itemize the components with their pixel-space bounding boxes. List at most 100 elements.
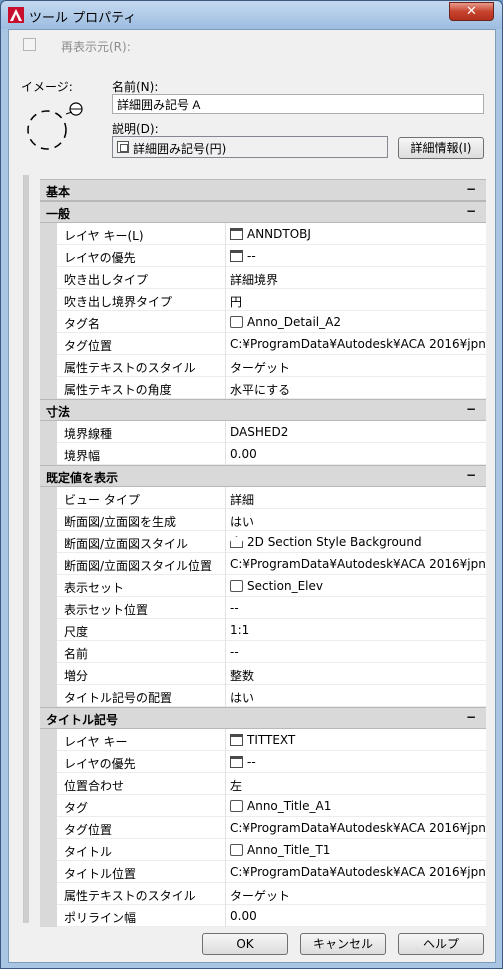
property-value[interactable]: 左 <box>225 773 486 795</box>
property-value[interactable]: -- <box>225 641 486 663</box>
reshow-label: 再表示元(R): <box>61 40 131 54</box>
property-value[interactable]: Anno_Title_T1 <box>225 839 486 861</box>
property-value[interactable]: ANNDTOBJ <box>225 223 486 245</box>
property-value[interactable]: ターゲット <box>225 883 486 905</box>
section-title: 寸法 <box>46 405 71 419</box>
property-value[interactable]: C:¥ProgramData¥Autodesk¥ACA 2016¥jpn¥St… <box>225 553 486 575</box>
section-header[interactable]: 基本 − <box>40 179 486 201</box>
row-gutter <box>40 575 57 597</box>
property-row[interactable]: タイトル記号の配置 はい <box>40 685 486 707</box>
property-value-text: 2D Section Style Background <box>247 535 422 549</box>
collapse-icon[interactable]: − <box>466 468 476 482</box>
property-value[interactable]: Anno_Title_A1 <box>225 795 486 817</box>
property-value[interactable]: Anno_Detail_A2 <box>225 311 486 333</box>
property-row[interactable]: 表示セット位置 -- <box>40 597 486 619</box>
property-row[interactable]: ポリライン幅 0.00 <box>40 905 486 927</box>
property-row[interactable]: 増分 整数 <box>40 663 486 685</box>
property-row[interactable]: タグ位置 C:¥ProgramData¥Autodesk¥ACA 2016¥jpn… <box>40 333 486 355</box>
section-title: 既定値を表示 <box>46 471 119 485</box>
table-icon <box>230 250 243 262</box>
property-value[interactable]: 水平にする <box>225 377 486 399</box>
property-value[interactable]: C:¥ProgramData¥Autodesk¥ACA 2016¥jpn¥St… <box>225 333 486 355</box>
property-row[interactable]: タグ位置 C:¥ProgramData¥Autodesk¥ACA 2016¥jpn… <box>40 817 486 839</box>
property-value[interactable]: 詳細境界 <box>225 267 486 289</box>
property-row[interactable]: レイヤの優先 -- <box>40 751 486 773</box>
property-name: 境界線種 <box>64 427 113 441</box>
property-value[interactable]: -- <box>225 597 486 619</box>
property-value[interactable]: -- <box>225 245 486 267</box>
ok-button[interactable]: OK <box>202 933 288 955</box>
property-name: ポリライン幅 <box>64 911 137 925</box>
property-row[interactable]: 位置合わせ 左 <box>40 773 486 795</box>
property-row[interactable]: 断面図/立面図を生成 はい <box>40 509 486 531</box>
section-header[interactable]: 寸法 − <box>40 399 486 421</box>
property-row[interactable]: 断面図/立面図スタイル位置 C:¥ProgramData¥Autodesk¥ACA… <box>40 553 486 575</box>
property-value[interactable]: 詳細 <box>225 487 486 509</box>
section-header[interactable]: 一般 − <box>40 201 486 223</box>
property-row[interactable]: タグ Anno_Title_A1 <box>40 795 486 817</box>
property-value-text: ターゲット <box>230 361 291 375</box>
property-row[interactable]: 名前 -- <box>40 641 486 663</box>
property-value[interactable]: -- <box>225 751 486 773</box>
collapse-icon[interactable]: − <box>466 204 476 218</box>
property-value[interactable]: C:¥ProgramData¥Autodesk¥ACA 2016¥jpn¥St… <box>225 861 486 883</box>
property-row[interactable]: タグ名 Anno_Detail_A2 <box>40 311 486 333</box>
property-row[interactable]: タイトル位置 C:¥ProgramData¥Autodesk¥ACA 2016¥j… <box>40 861 486 883</box>
image-label: イメージ: <box>21 80 73 94</box>
property-value[interactable]: 円 <box>225 289 486 311</box>
help-button[interactable]: ヘルプ <box>398 933 484 955</box>
property-value-text: ターゲット <box>230 889 291 903</box>
collapse-icon[interactable]: − <box>466 710 476 724</box>
property-row[interactable]: レイヤの優先 -- <box>40 245 486 267</box>
section-header[interactable]: 既定値を表示 − <box>40 465 486 487</box>
property-value[interactable]: はい <box>225 509 486 531</box>
property-row[interactable]: 表示セット Section_Elev <box>40 575 486 597</box>
property-value-text: -- <box>230 645 239 659</box>
property-value[interactable]: Section_Elev <box>225 575 486 597</box>
property-row[interactable]: 属性テキストのスタイル ターゲット <box>40 355 486 377</box>
property-row[interactable]: タイトル Anno_Title_T1 <box>40 839 486 861</box>
row-gutter <box>40 883 57 905</box>
property-value[interactable]: はい <box>225 685 486 707</box>
property-name: 表示セット位置 <box>64 603 149 617</box>
property-value[interactable]: ターゲット <box>225 355 486 377</box>
row-gutter <box>40 443 57 465</box>
property-value-text: C:¥ProgramData¥Autodesk¥ACA 2016¥jpn¥St… <box>230 821 486 835</box>
section-title: 一般 <box>46 207 71 221</box>
property-value[interactable]: 0.00 <box>225 905 486 927</box>
property-row[interactable]: 属性テキストの角度 水平にする <box>40 377 486 399</box>
tag-icon <box>230 800 243 812</box>
property-value[interactable]: TITTEXT <box>225 729 486 751</box>
cancel-button[interactable]: キャンセル <box>300 933 386 955</box>
collapse-icon[interactable]: − <box>466 402 476 416</box>
section-header[interactable]: タイトル記号 − <box>40 707 486 729</box>
property-row[interactable]: 尺度 1:1 <box>40 619 486 641</box>
close-button[interactable]: ✕ <box>449 2 494 21</box>
name-input[interactable] <box>112 94 484 114</box>
property-name: ビュー タイプ <box>64 493 140 507</box>
property-value-text: 0.00 <box>230 447 257 461</box>
collapse-icon[interactable]: − <box>466 182 476 196</box>
property-value[interactable]: 整数 <box>225 663 486 685</box>
property-value[interactable]: 0.00 <box>225 443 486 465</box>
property-value[interactable]: 1:1 <box>225 619 486 641</box>
grid-scroll-strip[interactable] <box>24 175 29 923</box>
property-row[interactable]: 吹き出し境界タイプ 円 <box>40 289 486 311</box>
details-button[interactable]: 詳細情報(I) <box>398 137 484 159</box>
property-row[interactable]: 境界線種 DASHED2 <box>40 421 486 443</box>
property-value[interactable]: 2D Section Style Background <box>225 531 486 553</box>
property-row[interactable]: ビュー タイプ 詳細 <box>40 487 486 509</box>
title-bar[interactable]: ツール プロパティ ✕ <box>1 1 502 29</box>
row-gutter <box>40 333 57 355</box>
property-row[interactable]: 境界幅 0.00 <box>40 443 486 465</box>
property-value[interactable]: C:¥ProgramData¥Autodesk¥ACA 2016¥jpn¥St… <box>225 817 486 839</box>
description-field[interactable]: 詳細囲み記号(円) <box>112 136 388 158</box>
property-row[interactable]: レイヤ キー TITTEXT <box>40 729 486 751</box>
property-value[interactable]: DASHED2 <box>225 421 486 443</box>
property-row[interactable]: 断面図/立面図スタイル 2D Section Style Background <box>40 531 486 553</box>
property-row[interactable]: 属性テキストのスタイル ターゲット <box>40 883 486 905</box>
property-row[interactable]: レイヤ キー(L) ANNDTOBJ <box>40 223 486 245</box>
property-name: タグ位置 <box>64 823 113 837</box>
property-row[interactable]: 吹き出しタイプ 詳細境界 <box>40 267 486 289</box>
reshow-checkbox[interactable] <box>23 38 36 51</box>
